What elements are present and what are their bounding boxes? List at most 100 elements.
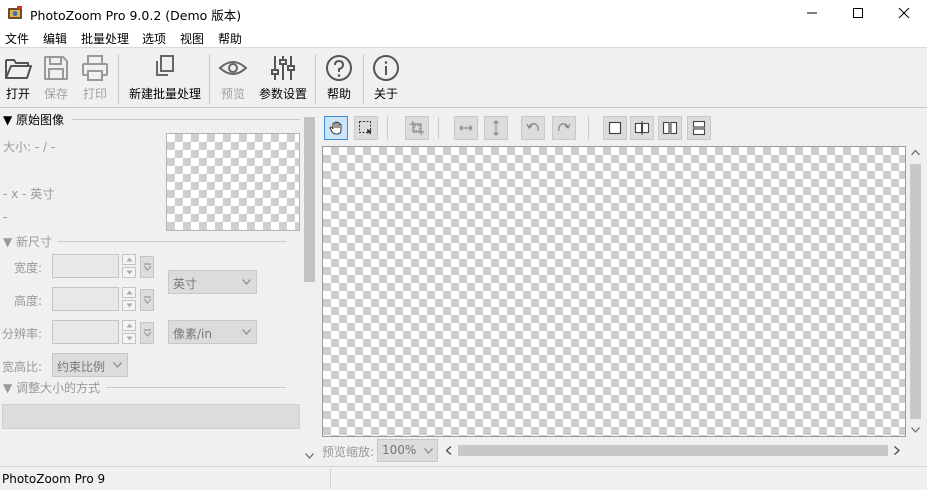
resize-method-header[interactable]: ▼ 调整大小的方式 bbox=[3, 379, 100, 396]
chevron-down-icon bbox=[242, 279, 251, 285]
width-input[interactable] bbox=[52, 254, 119, 278]
toolbar-separator bbox=[438, 117, 439, 139]
status-bar: PhotoZoom Pro 9 bbox=[0, 466, 927, 490]
scroll-right-icon[interactable] bbox=[894, 446, 900, 455]
preview-horizontal-scrollbar[interactable] bbox=[442, 441, 907, 460]
help-button[interactable]: 帮助 bbox=[323, 52, 355, 106]
width-spinner[interactable] bbox=[122, 254, 136, 278]
toolbar-separator bbox=[118, 54, 119, 104]
new-batch-button[interactable]: 新建批量处理 bbox=[125, 52, 205, 106]
spin-up-icon bbox=[126, 257, 133, 262]
hand-icon bbox=[329, 121, 342, 135]
height-label: 高度: bbox=[13, 294, 42, 308]
resolution-unit-button[interactable] bbox=[140, 322, 154, 344]
side-by-side-button[interactable] bbox=[658, 116, 682, 140]
preview-vertical-scrollbar[interactable] bbox=[907, 146, 923, 437]
eye-icon bbox=[218, 61, 248, 75]
close-button[interactable] bbox=[881, 0, 927, 27]
settings-label: 参数设置 bbox=[258, 87, 307, 101]
original-image-header[interactable]: ▼ 原始图像 bbox=[3, 111, 64, 128]
preview-button[interactable]: 预览 bbox=[216, 52, 250, 106]
crop-button[interactable] bbox=[405, 116, 429, 140]
hand-tool-button[interactable] bbox=[324, 116, 348, 140]
spin-down-icon bbox=[126, 270, 133, 275]
width-label: 宽度: bbox=[13, 261, 42, 275]
single-view-button[interactable] bbox=[603, 116, 627, 140]
scrollbar-thumb[interactable] bbox=[304, 117, 315, 282]
spin-down-icon bbox=[126, 336, 133, 341]
height-spinner[interactable] bbox=[122, 287, 136, 311]
scrollbar-thumb[interactable] bbox=[910, 164, 921, 419]
split-view-button[interactable] bbox=[630, 116, 654, 140]
settings-button[interactable]: 参数设置 bbox=[256, 52, 310, 106]
scroll-left-icon[interactable] bbox=[446, 446, 452, 455]
resize-method-select[interactable] bbox=[2, 404, 300, 429]
resolution-spinner[interactable] bbox=[122, 320, 136, 344]
open-button[interactable]: 打开 bbox=[2, 52, 34, 106]
save-disk-icon bbox=[44, 56, 68, 80]
info-circle-icon bbox=[373, 55, 399, 81]
zoom-value: 100% bbox=[382, 443, 417, 457]
minimize-button[interactable] bbox=[789, 0, 835, 27]
rotate-left-button[interactable] bbox=[521, 116, 545, 140]
lock-chevron-icon bbox=[143, 296, 152, 304]
arrows-horizontal-icon bbox=[459, 125, 473, 131]
resolution-unit-select[interactable]: 像素/in bbox=[168, 320, 257, 344]
menu-batch[interactable]: 批量处理 bbox=[81, 30, 129, 47]
scroll-up-icon[interactable] bbox=[911, 150, 920, 156]
spin-up-icon bbox=[126, 323, 133, 328]
spin-up-icon bbox=[126, 290, 133, 295]
status-text: PhotoZoom Pro 9 bbox=[2, 472, 106, 486]
height-unit-button[interactable] bbox=[140, 289, 154, 311]
lock-chevron-icon bbox=[143, 263, 152, 271]
save-button[interactable]: 保存 bbox=[40, 52, 72, 106]
minimize-icon bbox=[807, 12, 817, 14]
printer-icon bbox=[82, 55, 108, 81]
scroll-down-icon[interactable] bbox=[911, 427, 920, 433]
scroll-down-icon[interactable] bbox=[305, 453, 314, 459]
about-button[interactable]: 关于 bbox=[370, 52, 402, 106]
unit-select[interactable]: 英寸 bbox=[168, 270, 257, 294]
scrollbar-thumb[interactable] bbox=[458, 445, 888, 456]
width-unit-button[interactable] bbox=[140, 256, 154, 278]
rotate-left-icon bbox=[526, 123, 539, 132]
close-icon bbox=[898, 7, 910, 19]
maximize-icon bbox=[853, 8, 863, 18]
toolbar-separator bbox=[588, 117, 589, 139]
preview-toolbar bbox=[320, 113, 927, 143]
menu-options[interactable]: 选项 bbox=[142, 30, 166, 47]
toolbar-separator bbox=[387, 117, 388, 139]
unit-select-value: 英寸 bbox=[173, 277, 198, 291]
top-bottom-icon bbox=[692, 120, 706, 136]
photozoom-app-icon bbox=[8, 6, 22, 19]
menu-file[interactable]: 文件 bbox=[5, 30, 29, 47]
spin-down-icon bbox=[126, 303, 133, 308]
flip-horizontal-button[interactable] bbox=[454, 116, 478, 140]
resolution-input[interactable] bbox=[52, 320, 119, 344]
crop-select-button[interactable] bbox=[354, 116, 378, 140]
zoom-label: 预览缩放: bbox=[322, 445, 375, 459]
resolution-label: 分辨率: bbox=[2, 327, 43, 341]
aspect-select[interactable]: 约束比例 bbox=[52, 353, 128, 377]
toolbar-separator bbox=[209, 54, 210, 104]
menu-help[interactable]: 帮助 bbox=[218, 30, 242, 47]
new-size-header[interactable]: ▼ 新尺寸 bbox=[3, 233, 52, 250]
menu-bar: 文件 编辑 批量处理 选项 视图 帮助 bbox=[0, 27, 927, 48]
zoom-select[interactable]: 100% bbox=[377, 439, 438, 462]
print-button[interactable]: 打印 bbox=[79, 52, 111, 106]
height-input[interactable] bbox=[52, 287, 119, 311]
menu-edit[interactable]: 编辑 bbox=[43, 30, 67, 47]
maximize-button[interactable] bbox=[835, 0, 881, 27]
batch-copy-icon bbox=[156, 55, 174, 76]
rotate-right-button[interactable] bbox=[552, 116, 576, 140]
flip-vertical-button[interactable] bbox=[484, 116, 508, 140]
preview-canvas[interactable] bbox=[322, 146, 906, 437]
rotate-right-icon bbox=[558, 123, 571, 132]
split-pane-icon bbox=[634, 121, 650, 135]
section-divider bbox=[58, 241, 286, 242]
settings-panel-scrollbar[interactable] bbox=[302, 113, 317, 462]
top-bottom-button[interactable] bbox=[687, 116, 711, 140]
chevron-down-icon bbox=[113, 362, 122, 368]
settings-panel: ▼ 原始图像 大小: - / - - x - 英寸 - ▼ 新尺寸 宽度: 英寸… bbox=[0, 110, 318, 464]
menu-view[interactable]: 视图 bbox=[180, 30, 204, 47]
